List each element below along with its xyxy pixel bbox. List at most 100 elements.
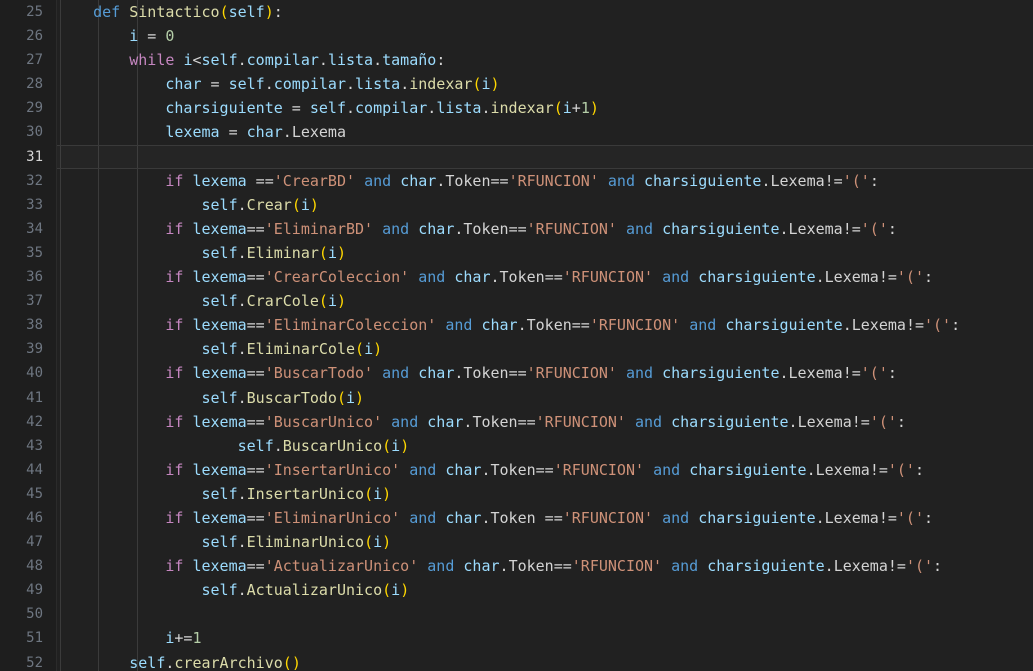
- code-line[interactable]: if lexema=='EliminarBD' and char.Token==…: [57, 217, 1033, 241]
- code-token: if: [165, 316, 184, 335]
- code-token: char: [481, 316, 518, 335]
- code-token: Token: [463, 364, 509, 383]
- code-token: lexema: [165, 123, 220, 142]
- line-number[interactable]: 30: [0, 120, 57, 144]
- code-line[interactable]: while i<self.compilar.lista.tamaño:: [57, 48, 1033, 72]
- line-number[interactable]: 51: [0, 626, 57, 650]
- line-number[interactable]: 25: [0, 0, 57, 24]
- line-number[interactable]: 33: [0, 193, 57, 217]
- line-number[interactable]: 41: [0, 386, 57, 410]
- code-line[interactable]: def Sintactico(self):: [57, 0, 1033, 24]
- code-token: ==: [246, 364, 265, 383]
- code-token: ): [373, 340, 383, 359]
- line-number[interactable]: 39: [0, 337, 57, 361]
- code-token: .: [264, 75, 274, 94]
- line-number[interactable]: 31: [0, 145, 57, 169]
- line-number[interactable]: 27: [0, 48, 57, 72]
- code-line[interactable]: if lexema=='InsertarUnico' and char.Toke…: [57, 458, 1033, 482]
- code-line[interactable]: if lexema=='CrearColeccion' and char.Tok…: [57, 265, 1033, 289]
- code-token: ==: [246, 268, 265, 287]
- code-token: ==: [517, 412, 536, 431]
- line-number-gutter[interactable]: 25 26 27 28 29 30 31 32 33 34 35 36 37 38 39 40 41 42 43 44…: [0, 0, 57, 671]
- code-token: charsiguiente: [165, 99, 283, 118]
- line-number[interactable]: 32: [0, 169, 57, 193]
- code-token: i: [391, 436, 401, 455]
- code-line[interactable]: if lexema=='BuscarTodo' and char.Token==…: [57, 361, 1033, 385]
- code-token: if: [165, 219, 184, 238]
- line-number[interactable]: 35: [0, 241, 57, 265]
- line-number[interactable]: 50: [0, 602, 57, 626]
- code-line[interactable]: self.EliminarCole(i): [57, 337, 1033, 361]
- code-line[interactable]: self.ActualizarUnico(i): [57, 578, 1033, 602]
- code-token: Token: [472, 412, 518, 431]
- code-token: i: [373, 484, 383, 503]
- line-number[interactable]: 26: [0, 24, 57, 48]
- code-line[interactable]: i = 0: [57, 24, 1033, 48]
- code-line[interactable]: self.EliminarUnico(i): [57, 530, 1033, 554]
- line-number[interactable]: 44: [0, 458, 57, 482]
- code-line[interactable]: if lexema=='EliminarUnico' and char.Toke…: [57, 506, 1033, 530]
- line-number[interactable]: 36: [0, 265, 57, 289]
- code-line[interactable]: [57, 602, 1033, 626]
- code-line[interactable]: if lexema=='ActualizarUnico' and char.To…: [57, 554, 1033, 578]
- code-line[interactable]: self.CrarCole(i): [57, 289, 1033, 313]
- code-editor[interactable]: 25 26 27 28 29 30 31 32 33 34 35 36 37 38 39 40 41 42 43 44…: [0, 0, 1033, 671]
- code-line[interactable]: charsiguiente = self.compilar.lista.inde…: [57, 96, 1033, 120]
- code-token: lexema: [192, 412, 247, 431]
- code-line[interactable]: i+=1: [57, 626, 1033, 650]
- line-number[interactable]: 49: [0, 578, 57, 602]
- code-line[interactable]: [57, 145, 1033, 169]
- code-line[interactable]: lexema = char.Lexema: [57, 120, 1033, 144]
- code-token: lexema: [192, 316, 247, 335]
- code-line[interactable]: self.BuscarUnico(i): [57, 434, 1033, 458]
- code-token: :: [914, 460, 924, 479]
- code-line[interactable]: char = self.compilar.lista.indexar(i): [57, 72, 1033, 96]
- code-token: Sintactico: [129, 3, 220, 21]
- code-token: and: [689, 316, 717, 335]
- code-token: +: [571, 99, 581, 118]
- line-number[interactable]: 42: [0, 410, 57, 434]
- code-token: char: [427, 412, 464, 431]
- line-number[interactable]: 47: [0, 530, 57, 554]
- code-line[interactable]: self.InsertarUnico(i): [57, 482, 1033, 506]
- line-number[interactable]: 37: [0, 289, 57, 313]
- line-number[interactable]: 43: [0, 434, 57, 458]
- code-content-area[interactable]: def Sintactico(self): i = 0 while i<self…: [57, 0, 1033, 671]
- code-token: (: [336, 388, 346, 407]
- line-number[interactable]: 52: [0, 651, 57, 671]
- code-token: charsiguiente: [698, 508, 816, 527]
- line-number[interactable]: 34: [0, 217, 57, 241]
- line-number[interactable]: 45: [0, 482, 57, 506]
- code-line[interactable]: self.Eliminar(i): [57, 241, 1033, 265]
- code-line[interactable]: self.crearArchivo(): [57, 651, 1033, 671]
- code-token: .: [779, 219, 789, 238]
- code-line[interactable]: if lexema=='EliminarColeccion' and char.…: [57, 313, 1033, 337]
- line-number[interactable]: 28: [0, 72, 57, 96]
- code-token: Lexema: [851, 316, 906, 335]
- code-token: .: [237, 51, 247, 70]
- code-token: Lexema: [770, 171, 825, 190]
- line-number[interactable]: 29: [0, 96, 57, 120]
- code-line[interactable]: if lexema=='BuscarUnico' and char.Token=…: [57, 410, 1033, 434]
- code-token: '(': [896, 508, 924, 527]
- code-token: :: [933, 557, 943, 576]
- code-token: .: [815, 268, 825, 287]
- line-number[interactable]: 40: [0, 361, 57, 385]
- code-token: :: [924, 268, 934, 287]
- code-token: if: [165, 557, 184, 576]
- code-line[interactable]: self.Crear(i): [57, 193, 1033, 217]
- line-number[interactable]: 48: [0, 554, 57, 578]
- code-line[interactable]: self.BuscarTodo(i): [57, 386, 1033, 410]
- line-number[interactable]: 38: [0, 313, 57, 337]
- code-token: and: [625, 219, 654, 238]
- code-token: i: [391, 581, 401, 600]
- code-token: if: [165, 460, 184, 479]
- code-token: .: [282, 123, 292, 142]
- code-token: and: [635, 412, 663, 431]
- code-line[interactable]: if lexema =='CrearBD' and char.Token=='R…: [57, 169, 1033, 193]
- line-number[interactable]: 46: [0, 506, 57, 530]
